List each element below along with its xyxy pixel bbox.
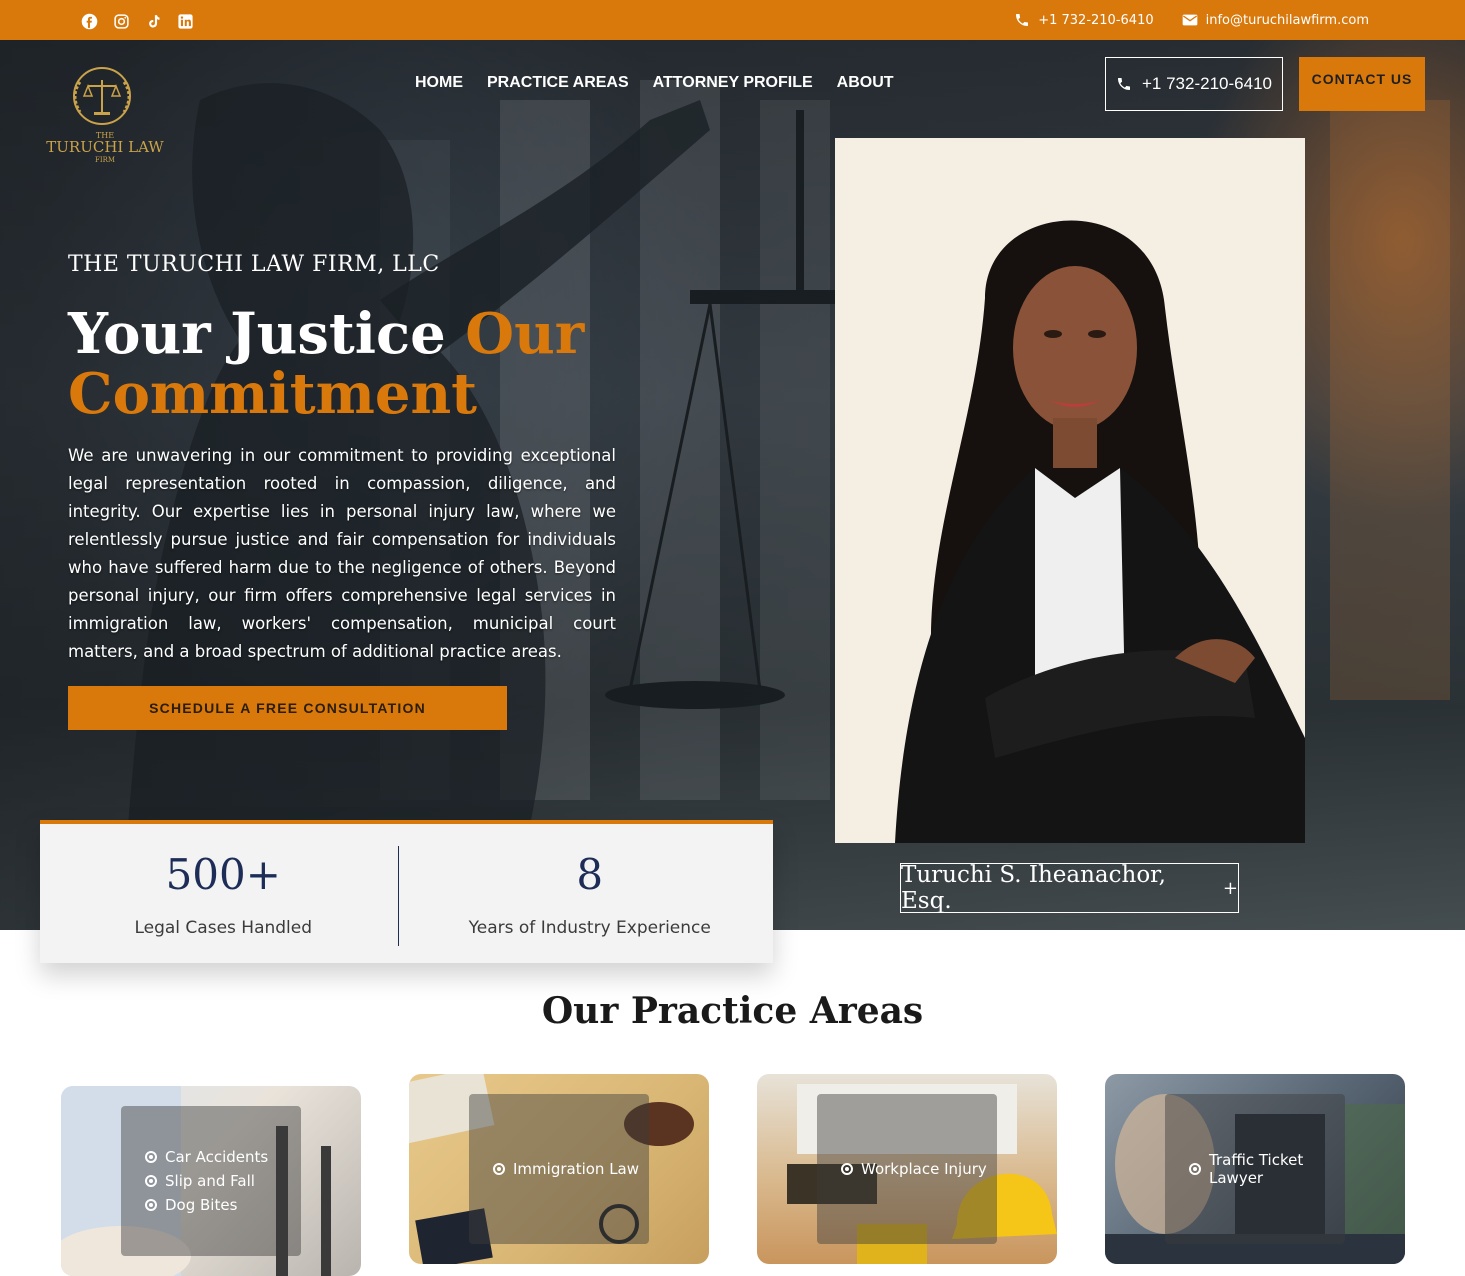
bullet-icon: [145, 1175, 157, 1187]
stat-label: Legal Cases Handled: [134, 918, 313, 938]
contact-us-button[interactable]: CONTACT US: [1299, 57, 1425, 111]
card-panel: Traffic Ticket Lawyer: [1165, 1094, 1345, 1244]
practice-card-workplace-injury[interactable]: Workplace Injury: [757, 1074, 1057, 1264]
phone-icon: [1016, 14, 1029, 26]
card-panel: Workplace Injury: [817, 1094, 997, 1244]
schedule-consultation-button[interactable]: SCHEDULE A FREE CONSULTATION: [68, 686, 507, 730]
bullet-icon: [145, 1151, 157, 1163]
stats-card: 500+ Legal Cases Handled 8 Years of Indu…: [40, 820, 773, 963]
expand-plus-icon: +: [1222, 877, 1238, 899]
instagram-icon[interactable]: [112, 12, 130, 30]
hero-firm-name: THE TURUCHI LAW FIRM, LLC: [68, 252, 440, 277]
list-item-label: Car Accidents: [165, 1148, 269, 1166]
list-item[interactable]: Car Accidents: [145, 1148, 301, 1166]
stat-value: 8: [576, 850, 604, 899]
stat-label: Years of Industry Experience: [468, 918, 711, 938]
topbar-email[interactable]: info@turuchilawfirm.com: [1182, 13, 1369, 28]
hero-section: THE TURUCHI LAW FIRM HOME PRACTICE AREAS…: [0, 40, 1465, 930]
topbar-phone[interactable]: +1 732-210-6410: [1014, 12, 1154, 28]
social-links: [80, 12, 194, 30]
main-nav: HOME PRACTICE AREAS ATTORNEY PROFILE ABO…: [415, 74, 894, 92]
nav-attorney-profile[interactable]: ATTORNEY PROFILE: [653, 74, 813, 92]
headline-white: Your Justice: [68, 301, 466, 367]
topbar-contact: +1 732-210-6410 info@turuchilawfirm.com: [1014, 12, 1369, 28]
nav-practice-areas[interactable]: PRACTICE AREAS: [487, 74, 629, 92]
bullet-icon: [1189, 1163, 1201, 1175]
attorney-name-box[interactable]: Turuchi S. Iheanachor, Esq. +: [900, 862, 1239, 914]
list-item-label: Traffic Ticket Lawyer: [1209, 1151, 1304, 1187]
stat-cases: 500+ Legal Cases Handled: [40, 824, 407, 963]
header-phone-label: +1 732-210-6410: [1142, 74, 1272, 93]
phone-icon: [1118, 78, 1130, 90]
firm-logo[interactable]: THE TURUCHI LAW FIRM: [40, 62, 170, 172]
list-item[interactable]: Traffic Ticket Lawyer: [1189, 1151, 1345, 1187]
linkedin-icon[interactable]: [176, 12, 194, 30]
header-phone-button[interactable]: +1 732-210-6410: [1105, 57, 1283, 111]
top-bar: +1 732-210-6410 info@turuchilawfirm.com: [0, 0, 1465, 40]
list-item[interactable]: Workplace Injury: [841, 1160, 997, 1178]
hero-headline: Your Justice Our Commitment: [68, 304, 628, 424]
tiktok-icon[interactable]: [144, 12, 162, 30]
bullet-icon: [145, 1199, 157, 1211]
bullet-icon: [841, 1163, 853, 1175]
list-item-label: Immigration Law: [513, 1160, 640, 1178]
attorney-portrait: [835, 138, 1305, 843]
list-item[interactable]: Dog Bites: [145, 1196, 301, 1214]
card-panel: Car Accidents Slip and Fall Dog Bites: [121, 1106, 301, 1256]
card-panel: Immigration Law: [469, 1094, 649, 1244]
stat-value: 500+: [165, 850, 281, 899]
list-item-label: Dog Bites: [165, 1196, 238, 1214]
list-item[interactable]: Immigration Law: [493, 1160, 649, 1178]
topbar-email-label: info@turuchilawfirm.com: [1205, 12, 1369, 28]
hero-intro: We are unwavering in our commitment to p…: [68, 446, 616, 661]
practice-card-immigration[interactable]: Immigration Law: [409, 1074, 709, 1264]
stats-divider: [398, 846, 399, 946]
stat-experience: 8 Years of Industry Experience: [407, 824, 774, 963]
list-item-label: Slip and Fall: [165, 1172, 255, 1190]
envelope-icon: [1182, 14, 1197, 26]
practice-areas-title: Our Practice Areas: [541, 990, 924, 1032]
practice-card-personal-injury[interactable]: Car Accidents Slip and Fall Dog Bites: [61, 1086, 361, 1276]
logo-line3: FIRM: [95, 156, 115, 164]
facebook-icon[interactable]: [80, 12, 98, 30]
list-item[interactable]: Slip and Fall: [145, 1172, 301, 1190]
nav-home[interactable]: HOME: [415, 74, 463, 92]
practice-card-traffic-ticket[interactable]: Traffic Ticket Lawyer: [1105, 1074, 1405, 1264]
nav-about[interactable]: ABOUT: [837, 74, 894, 92]
attorney-name: Turuchi S. Iheanachor, Esq.: [901, 862, 1166, 914]
logo-line2: TURUCHI LAW: [46, 138, 164, 156]
list-item-label: Workplace Injury: [861, 1160, 987, 1178]
topbar-phone-label: +1 732-210-6410: [1038, 12, 1154, 28]
bullet-icon: [493, 1163, 505, 1175]
